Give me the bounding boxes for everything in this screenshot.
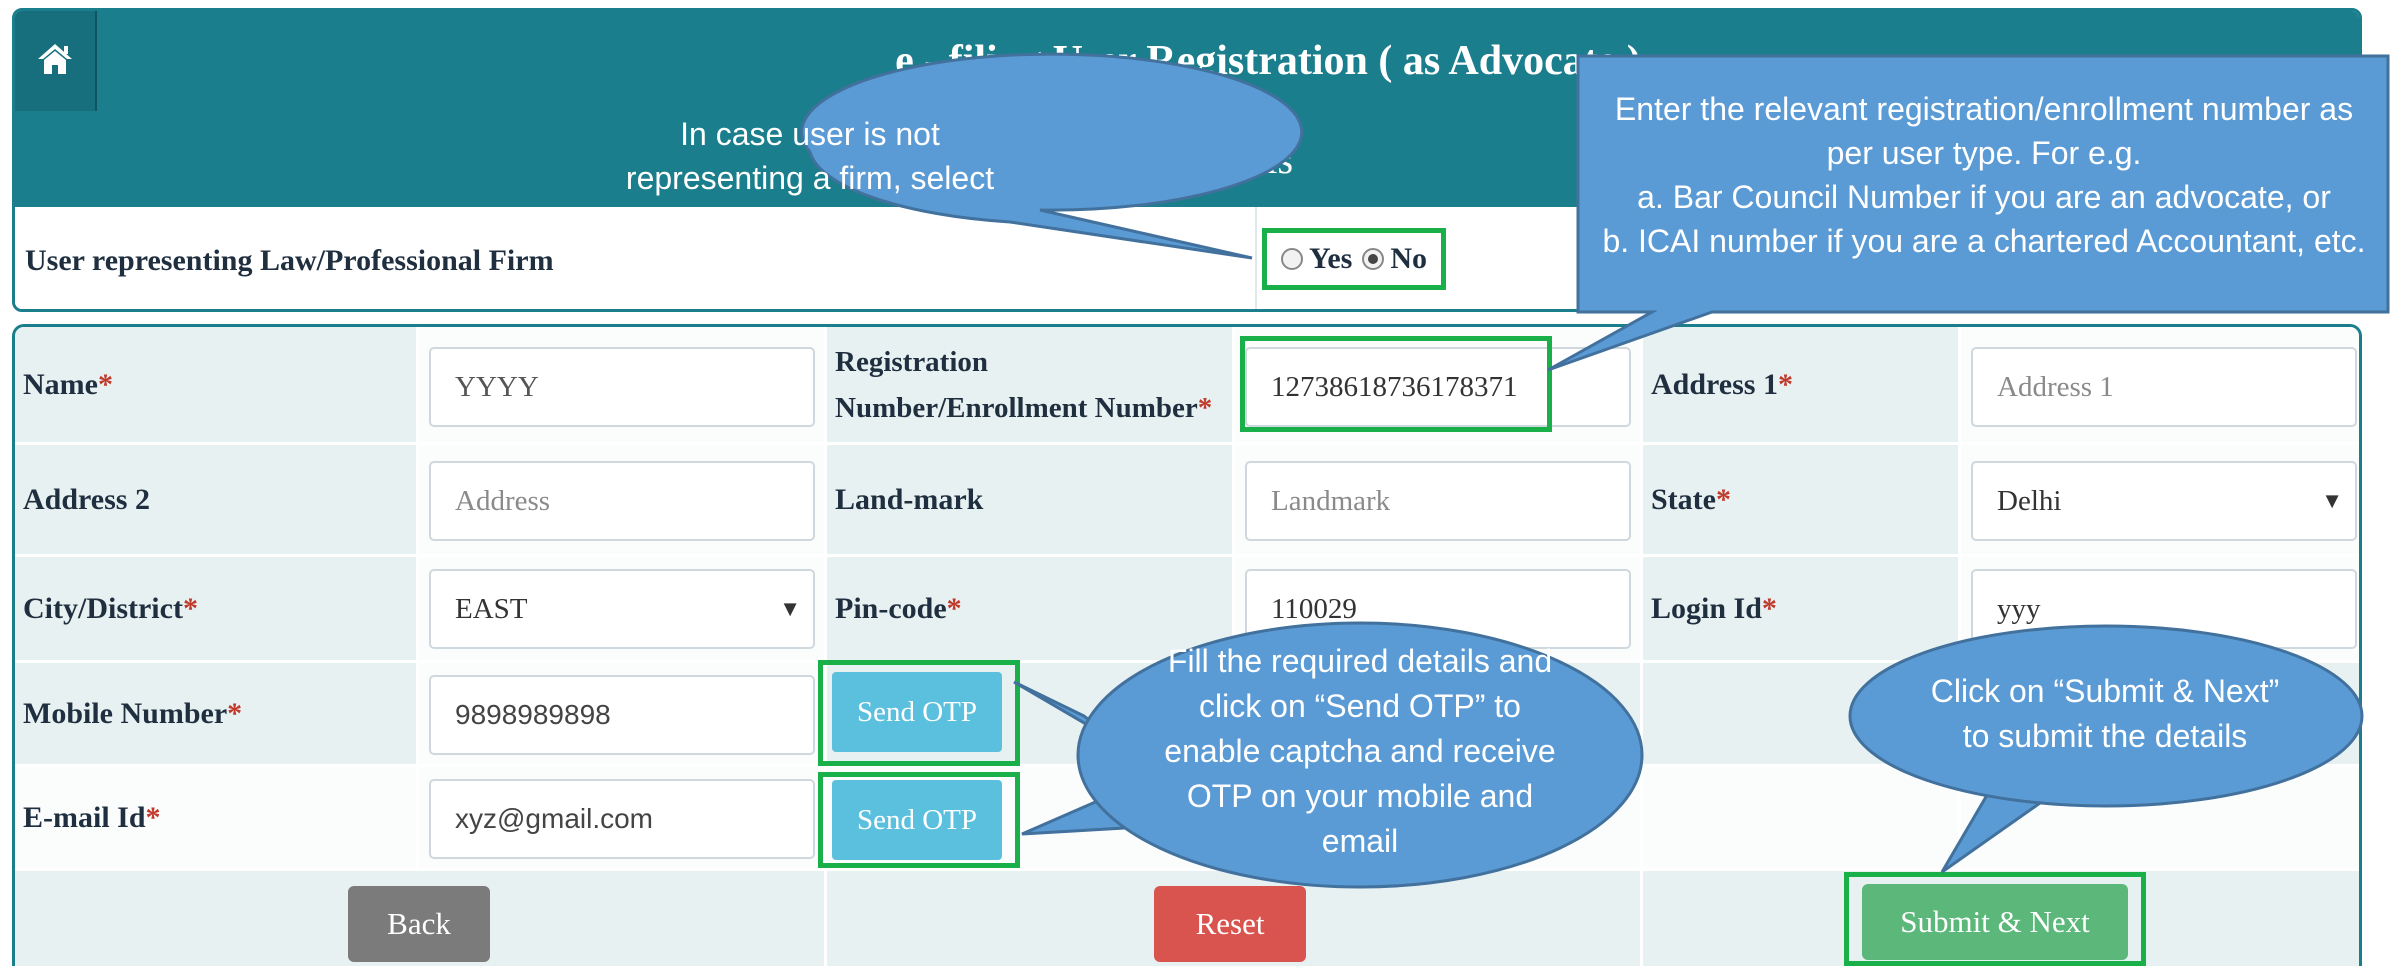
submit-callout-text: Click on “Submit & Next” to submit the d… [1930, 673, 2280, 754]
otp-callout-text: Fill the required details and click on “… [1164, 642, 1556, 859]
registration-callout-line: a. Bar Council Number if you are an advo… [1637, 179, 2331, 215]
registration-callout-line: b. ICAI number if you are a chartered Ac… [1602, 223, 2366, 259]
registration-callout-text: Enter the relevant registration/enrollme… [1588, 60, 2380, 290]
registration-callout-line: Enter the relevant registration/enrollme… [1614, 91, 2354, 171]
firm-callout-text: In case user is not representing a firm,… [625, 116, 995, 240]
